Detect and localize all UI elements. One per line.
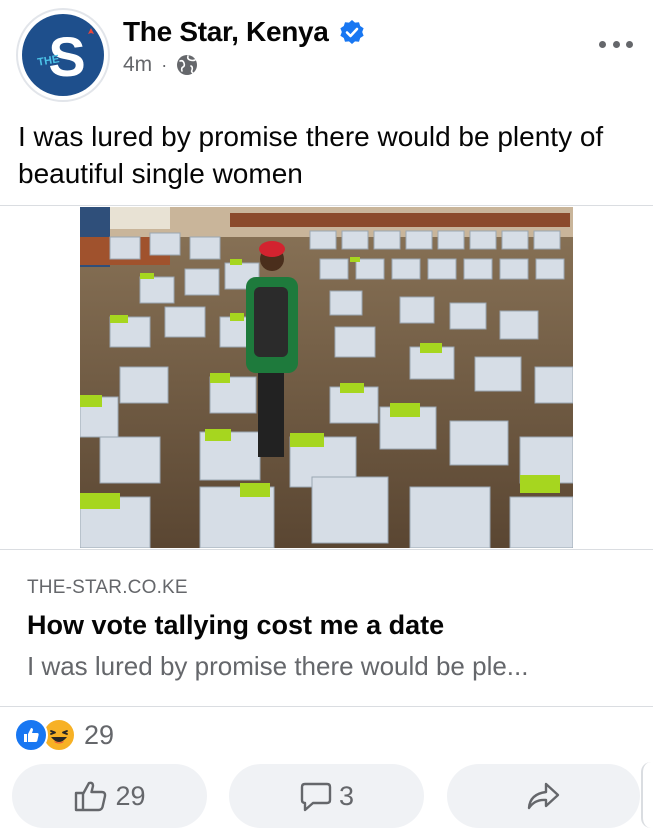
star-logo-mark: S THE xyxy=(37,25,94,88)
like-reaction-icon xyxy=(14,718,48,752)
meta-separator: · xyxy=(161,54,168,75)
link-preview[interactable]: THE-STAR.CO.KE How vote tallying cost me… xyxy=(0,549,653,707)
action-bar: 29 3 xyxy=(0,764,653,830)
globe-icon xyxy=(177,55,198,75)
page-name-row: The Star, Kenya xyxy=(123,14,365,50)
post-text: I was lured by promise there would be pl… xyxy=(18,121,604,189)
page-avatar[interactable]: S THE xyxy=(16,8,110,102)
like-button[interactable]: 29 xyxy=(12,764,207,828)
post-meta: 4m · xyxy=(123,52,198,78)
link-domain: THE-STAR.CO.KE xyxy=(27,577,188,598)
star-logo: S THE xyxy=(22,14,104,96)
link-preview-image[interactable] xyxy=(80,207,573,548)
share-button[interactable] xyxy=(447,764,640,828)
share-icon xyxy=(527,782,559,810)
post-header: S THE The Star, Kenya 4m · xyxy=(0,0,653,110)
reaction-summary[interactable]: 29 xyxy=(14,716,114,754)
link-description: I was lured by promise there would be pl… xyxy=(27,651,529,681)
page-name[interactable]: The Star, Kenya xyxy=(123,16,329,48)
reaction-count: 29 xyxy=(84,719,115,750)
more-dot xyxy=(612,40,620,48)
like-count: 29 xyxy=(115,780,146,811)
post-timestamp[interactable]: 4m xyxy=(123,53,152,77)
comment-icon xyxy=(300,782,332,812)
more-dot xyxy=(626,40,633,48)
more-options-icon[interactable] xyxy=(599,38,633,50)
ballot-boxes-photo xyxy=(80,207,573,548)
next-card-edge xyxy=(641,762,653,828)
divider xyxy=(0,205,653,206)
link-title[interactable]: How vote tallying cost me a date xyxy=(27,610,444,641)
verified-badge-icon xyxy=(339,20,364,44)
comment-count: 3 xyxy=(338,780,355,811)
comment-button[interactable]: 3 xyxy=(229,764,424,828)
more-dot xyxy=(599,40,606,48)
thumbs-up-icon xyxy=(75,781,107,812)
